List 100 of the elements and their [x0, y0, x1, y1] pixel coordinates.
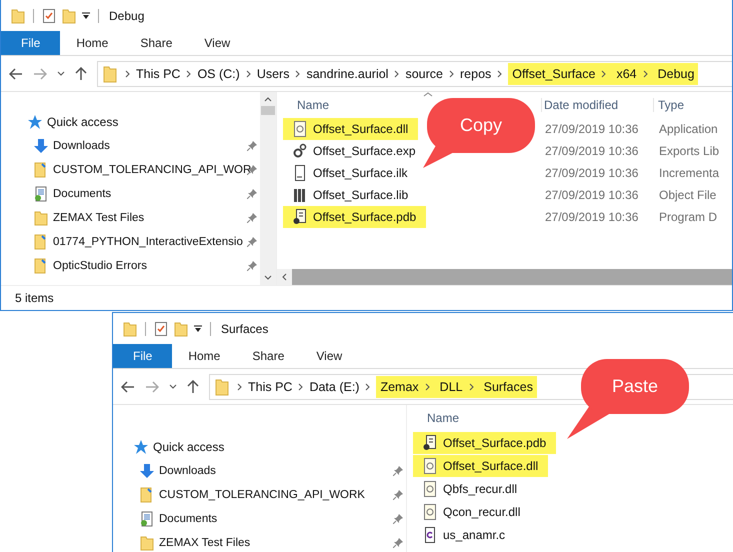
path-segment[interactable]: This PC	[136, 62, 180, 84]
folder-icon[interactable]	[11, 8, 25, 24]
sidebar-item[interactable]: OpticStudio Errors	[53, 260, 147, 272]
scroll-left-icon[interactable]	[281, 273, 287, 281]
back-icon[interactable]	[9, 68, 23, 80]
caret-icon[interactable]	[57, 70, 65, 76]
path-segment[interactable]: Debug	[654, 62, 698, 84]
sidebar-item[interactable]: Documents	[53, 188, 112, 200]
folder-icon[interactable]	[62, 8, 76, 24]
path-segment[interactable]: Offset_Surface	[508, 62, 596, 84]
star-icon	[133, 439, 149, 455]
back-icon[interactable]	[121, 380, 135, 392]
ribbon-tab[interactable]: File	[113, 344, 172, 368]
chevron-icon	[125, 70, 130, 78]
chevron-icon	[298, 382, 304, 390]
sidebar-item[interactable]: Documents	[159, 513, 218, 525]
path-segment[interactable]: Zemax	[376, 376, 419, 398]
column-header[interactable]: Date modified	[541, 98, 618, 112]
column-header[interactable]: Name	[413, 411, 460, 425]
sidebar-item[interactable]: ZEMAX Test Files	[159, 537, 250, 549]
type-cell: Object File	[659, 188, 716, 202]
file-name-cell[interactable]: Offset_Surface.ilk	[283, 162, 542, 184]
checklist-icon[interactable]	[154, 320, 168, 336]
status-text: 5 items	[15, 291, 54, 305]
horizontal-scrollbar[interactable]	[277, 269, 732, 285]
file-name-cell[interactable]: Offset_Surface.pdb	[283, 206, 426, 228]
folder-icon[interactable]	[174, 320, 188, 336]
file-name-cell[interactable]: Offset_Surface.exp	[283, 140, 542, 162]
type-cell: Application	[659, 122, 718, 136]
file-name-cell[interactable]: Qcon_recur.dll	[413, 500, 672, 522]
date-cell: 27/09/2019 10:36	[545, 188, 638, 202]
chevron-icon	[186, 70, 192, 78]
folder-icon	[139, 535, 155, 551]
chevron-icon	[468, 382, 474, 390]
column-header[interactable]: Name	[283, 98, 330, 112]
path-segment[interactable]: Data (E:)	[309, 376, 360, 398]
scrollbar[interactable]	[260, 92, 276, 285]
books-icon	[293, 187, 307, 203]
path-segment[interactable]: DLL	[436, 376, 463, 398]
file-gear-icon	[423, 480, 437, 496]
file-name-cell[interactable]: Offset_Surface.dll	[283, 118, 418, 140]
chevron-icon	[601, 70, 606, 78]
scroll-up-icon[interactable]	[264, 96, 272, 102]
path-segment[interactable]: sandrine.auriol	[306, 62, 388, 84]
chevron-icon	[237, 382, 242, 390]
path-segment[interactable]: Surfaces	[480, 376, 537, 398]
sidebar-item[interactable]: ZEMAX Test Files	[53, 212, 144, 224]
path-segment[interactable]: source	[405, 62, 443, 84]
path-segment[interactable]: Users	[256, 62, 290, 84]
ribbon-tab[interactable]: File	[1, 31, 60, 55]
forward-icon[interactable]	[33, 68, 47, 80]
address-bar[interactable]: This PC OS (C:) Users sandrine.auriol source repos Offset_Surface x64 Debug	[97, 60, 732, 86]
scroll-down-icon[interactable]	[264, 275, 272, 281]
ribbon-tab[interactable]: View	[300, 344, 358, 368]
file-name-cell[interactable]: Offset_Surface.lib	[283, 184, 542, 206]
sidebar-item[interactable]: CUSTOM_TOLERANCING_API_WOR	[53, 164, 252, 176]
date-cell: 27/09/2019 10:36	[545, 210, 638, 224]
file-name-cell[interactable]: us_anamr.c	[413, 524, 672, 546]
down-arrow-icon	[33, 138, 49, 154]
window-title: Debug	[109, 8, 144, 22]
file-name-cell[interactable]: Offset_Surface.pdb	[413, 432, 556, 454]
star-icon	[27, 114, 43, 130]
checklist-icon[interactable]	[42, 8, 56, 24]
chevron-icon	[365, 382, 370, 390]
sidebar-item[interactable]: Quick access	[153, 440, 224, 454]
caret-icon[interactable]	[169, 384, 177, 390]
dropdown-icon[interactable]	[194, 324, 202, 332]
folder-icon	[33, 210, 49, 226]
scroll-thumb[interactable]	[261, 106, 275, 115]
dropdown-icon[interactable]	[82, 12, 90, 20]
sidebar-item[interactable]: Quick access	[47, 115, 118, 129]
ribbon-tab[interactable]: Share	[124, 31, 188, 55]
up-icon[interactable]	[75, 66, 87, 80]
file-gear-icon	[423, 458, 437, 474]
forward-icon[interactable]	[145, 380, 159, 392]
up-icon[interactable]	[187, 380, 199, 394]
sidebar-item[interactable]: Downloads	[159, 465, 216, 477]
date-cell: 27/09/2019 10:36	[545, 122, 638, 136]
document-icon	[139, 511, 155, 527]
sort-caret-icon[interactable]	[423, 92, 433, 97]
folder-icon	[215, 378, 229, 396]
ribbon-tab[interactable]: Share	[236, 344, 300, 368]
path-segment[interactable]: OS (C:)	[197, 62, 240, 84]
path-segment[interactable]: This PC	[248, 376, 292, 398]
sidebar-item[interactable]: 01774_PYTHON_InteractiveExtensio	[53, 236, 243, 248]
gears-icon	[293, 143, 307, 159]
column-header[interactable]: Type	[653, 98, 684, 112]
ribbon-tab[interactable]: Home	[60, 31, 124, 55]
path-segment[interactable]: repos	[460, 62, 492, 84]
ribbon-tab[interactable]: Home	[172, 344, 236, 368]
file-gear-icon	[423, 504, 437, 520]
ribbon-tab[interactable]: View	[188, 31, 246, 55]
date-cell: 27/09/2019 10:36	[545, 144, 638, 158]
path-segment[interactable]: x64	[612, 62, 637, 84]
file-name-cell[interactable]: Qbfs_recur.dll	[413, 478, 672, 500]
folder-icon[interactable]	[123, 320, 137, 336]
sidebar-item[interactable]: CUSTOM_TOLERANCING_API_WORK	[159, 489, 365, 501]
file-name-cell[interactable]: Offset_Surface.dll	[413, 454, 548, 476]
chevron-icon	[295, 70, 300, 78]
sidebar-item[interactable]: Downloads	[53, 140, 110, 152]
